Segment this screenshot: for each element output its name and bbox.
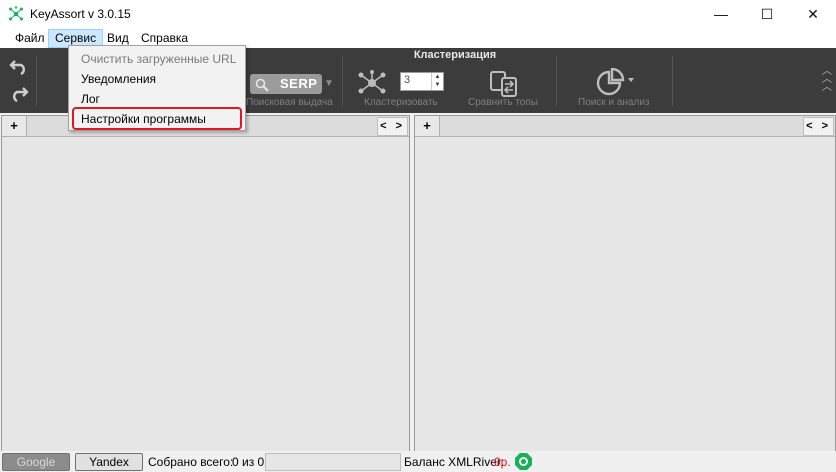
window-title: KeyAssort v 3.0.15 xyxy=(30,7,131,21)
collapse-ribbon-icon[interactable]: ︿ ︿ ︿ xyxy=(822,67,832,93)
balance-label: Баланс XMLRiver: xyxy=(404,455,505,469)
redo-icon[interactable] xyxy=(9,83,29,103)
search-analysis-label: Поиск и анализ xyxy=(578,97,650,108)
menu-item-notifications[interactable]: Уведомления xyxy=(81,72,156,86)
toolbar-separator xyxy=(672,56,673,106)
serp-label: SERP xyxy=(280,76,318,91)
minimize-button[interactable]: — xyxy=(698,0,744,28)
title-bar: KeyAssort v 3.0.15 — ☐ ✕ xyxy=(0,0,836,28)
clustering-group-title: Кластеризация xyxy=(413,49,497,61)
refresh-balance-icon[interactable] xyxy=(514,452,533,471)
clusterize-label: Кластеризовать xyxy=(364,97,438,108)
cluster-count-value: 3 xyxy=(404,74,411,86)
left-panel: + < > xyxy=(1,115,410,452)
yandex-button[interactable]: Yandex xyxy=(75,453,143,471)
menu-file[interactable]: Файл xyxy=(9,30,51,47)
undo-icon[interactable] xyxy=(9,56,29,76)
tab-nav-buttons[interactable]: < > xyxy=(377,117,408,136)
collected-value: 0 из 0 xyxy=(232,455,265,469)
search-icon xyxy=(255,78,269,92)
compare-icon[interactable] xyxy=(488,70,520,98)
menu-item-program-settings[interactable]: Настройки программы xyxy=(81,112,206,126)
add-tab-button[interactable]: + xyxy=(2,116,27,136)
status-bar: Google Yandex Собрано всего: 0 из 0 Бала… xyxy=(0,451,836,472)
app-logo-icon xyxy=(9,6,23,21)
right-panel: + < > xyxy=(414,115,836,452)
toolbar-separator xyxy=(342,56,343,106)
serp-dropdown-icon[interactable]: ▼ xyxy=(324,78,334,89)
stepper-arrows-icon[interactable]: ▲ ▼ xyxy=(431,73,443,90)
compare-tops-label: Сравнить топы xyxy=(468,97,538,108)
cluster-count-stepper[interactable]: 3 ▲ ▼ xyxy=(400,72,444,91)
cluster-icon[interactable] xyxy=(357,70,387,96)
progress-bar xyxy=(265,453,401,471)
pie-chart-icon[interactable] xyxy=(596,68,636,98)
google-button[interactable]: Google xyxy=(2,453,70,471)
balance-value: 0р. xyxy=(494,455,511,469)
service-dropdown-menu: Очистить загруженные URL Уведомления Лог… xyxy=(68,45,246,131)
toolbar-separator xyxy=(556,56,557,106)
menu-item-log[interactable]: Лог xyxy=(81,92,100,106)
menu-item-clear-urls: Очистить загруженные URL xyxy=(81,52,237,66)
collected-label: Собрано всего: xyxy=(148,455,234,469)
maximize-button[interactable]: ☐ xyxy=(744,0,790,28)
close-button[interactable]: ✕ xyxy=(790,0,836,28)
right-panel-header: + < > xyxy=(415,116,835,137)
toolbar-separator xyxy=(36,56,37,106)
tab-nav-buttons[interactable]: < > xyxy=(803,117,834,136)
search-results-label: Поисковая выдача xyxy=(246,97,333,108)
add-tab-button[interactable]: + xyxy=(415,116,440,136)
